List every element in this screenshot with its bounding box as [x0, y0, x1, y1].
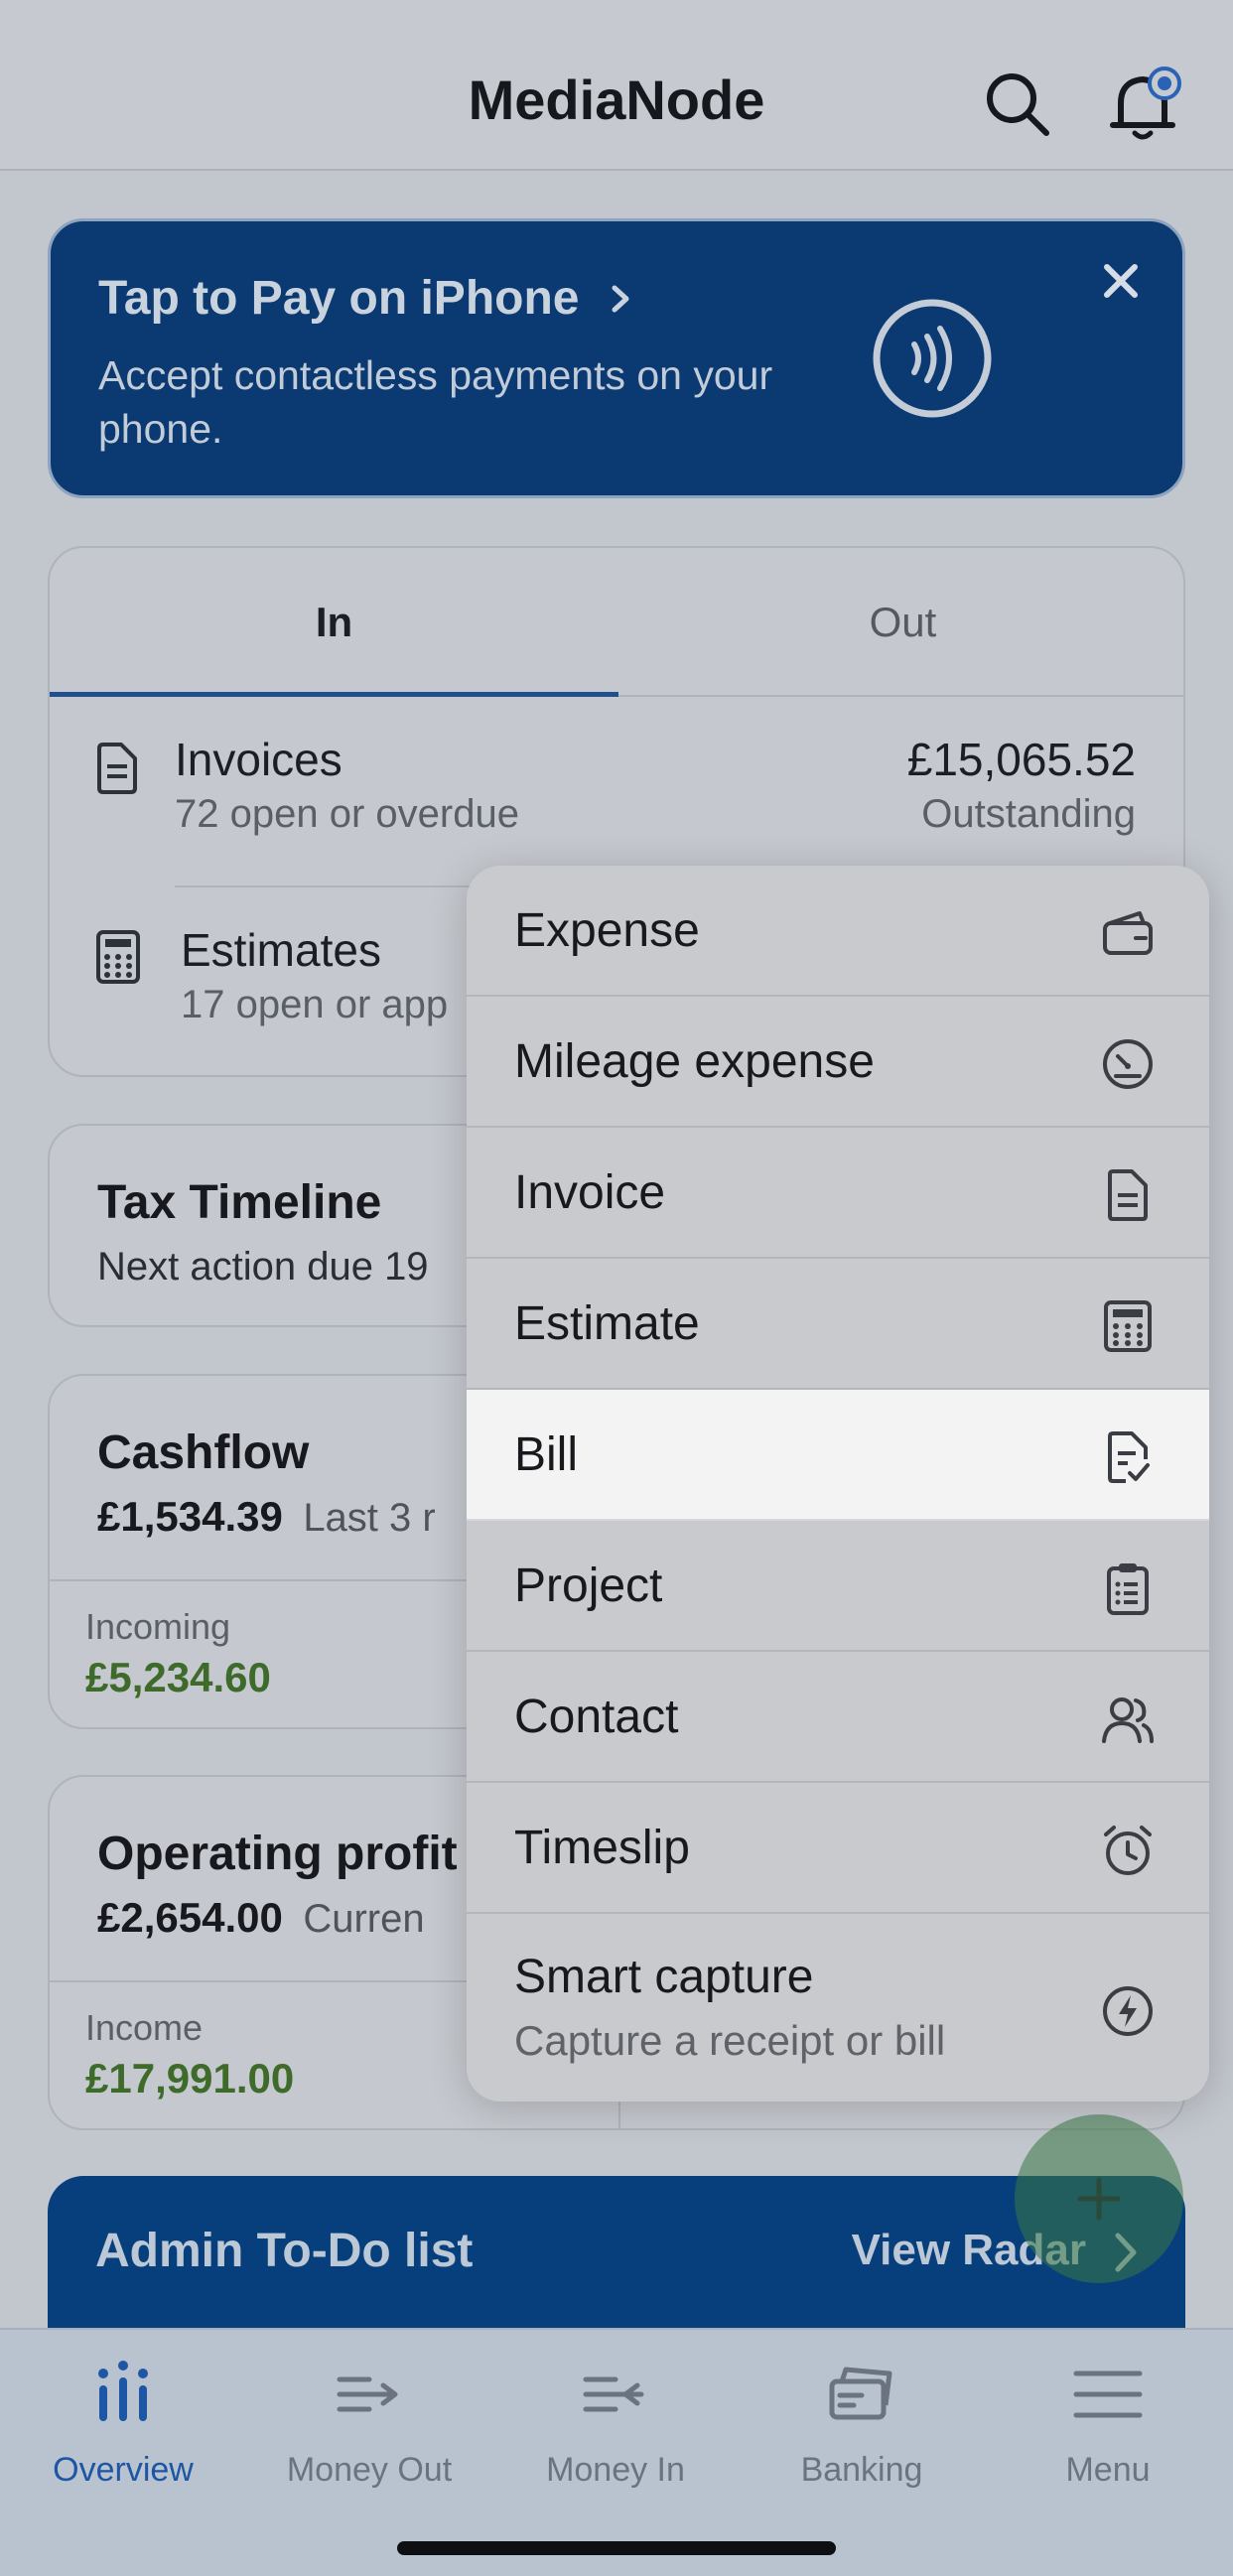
- nav-banking-label: Banking: [800, 2451, 923, 2489]
- menu-item-label: Estimate: [514, 1297, 700, 1350]
- cashflow-period: Last 3 r: [303, 1496, 436, 1540]
- tax-timeline-title: Tax Timeline: [97, 1176, 382, 1229]
- menu-item-bill[interactable]: Bill: [467, 1390, 1209, 1521]
- bolt-icon: [1103, 1986, 1153, 2036]
- nav-money-in[interactable]: Money In: [492, 2330, 739, 2528]
- nav-overview-label: Overview: [53, 2451, 194, 2489]
- money-in-icon: [583, 2376, 644, 2412]
- nav-overview[interactable]: Overview: [0, 2330, 246, 2528]
- cashflow-amount: £1,534.39: [97, 1493, 283, 1540]
- operating-profit-amount: £2,654.00: [97, 1894, 283, 1941]
- invoices-row[interactable]: Invoices 72 open or overdue £15,065.52 O…: [50, 699, 1183, 887]
- invoices-amount: £15,065.52: [906, 734, 1136, 785]
- clipboard-icon: [1107, 1563, 1149, 1615]
- menu-item-contact[interactable]: Contact: [467, 1652, 1209, 1783]
- cashflow-title: Cashflow: [97, 1426, 310, 1479]
- overview-icon: [98, 2361, 148, 2421]
- money-out-icon: [337, 2376, 398, 2412]
- operating-profit-summary: £2,654.00 Curren: [97, 1894, 425, 1942]
- speedometer-icon: [1103, 1039, 1153, 1089]
- menu-item-label: Mileage expense: [514, 1035, 875, 1088]
- income-label: Income: [85, 2007, 204, 2048]
- menu-item-estimate[interactable]: Estimate: [467, 1259, 1209, 1390]
- nav-menu-label: Menu: [1065, 2451, 1151, 2489]
- banking-icon: [829, 2367, 892, 2420]
- wallet-icon: [1103, 911, 1153, 955]
- income-value: £17,991.00: [85, 2055, 295, 2101]
- nav-banking[interactable]: Banking: [739, 2330, 985, 2528]
- banner-title[interactable]: Tap to Pay on iPhone: [98, 271, 634, 326]
- tap-to-pay-banner[interactable]: Tap to Pay on iPhone Accept contactless …: [48, 218, 1185, 498]
- notifications-bell-icon[interactable]: [1107, 66, 1184, 145]
- admin-todo-title: Admin To-Do list: [95, 2225, 474, 2277]
- estimates-label: Estimates: [181, 924, 381, 976]
- nav-menu[interactable]: Menu: [985, 2330, 1231, 2528]
- invoices-label: Invoices: [175, 734, 342, 785]
- contacts-icon: [1102, 1697, 1154, 1743]
- plus-icon: [1077, 2177, 1121, 2221]
- invoices-sub: 72 open or overdue: [175, 792, 519, 836]
- tab-out[interactable]: Out: [618, 548, 1183, 697]
- nav-money-out-label: Money Out: [286, 2451, 453, 2489]
- search-icon[interactable]: [983, 69, 1052, 139]
- nav-money-in-label: Money In: [546, 2451, 685, 2489]
- calculator-icon: [96, 930, 140, 984]
- bill-icon: [1108, 1431, 1150, 1483]
- menu-item-expense[interactable]: Expense: [467, 866, 1209, 997]
- menu-item-sublabel: Capture a receipt or bill: [514, 2017, 946, 2064]
- menu-item-smart-capture[interactable]: Smart capture Capture a receipt or bill: [467, 1914, 1209, 2101]
- calculator-icon: [1104, 1300, 1152, 1352]
- menu-item-timeslip[interactable]: Timeslip: [467, 1783, 1209, 1914]
- invoices-amount-sub: Outstanding: [921, 792, 1136, 836]
- active-tab-indicator: [50, 692, 618, 697]
- bottom-nav: Overview Money Out Money In Banking Menu: [0, 2328, 1233, 2576]
- invoice-icon: [97, 743, 137, 794]
- operating-profit-period: Curren: [303, 1897, 425, 1941]
- menu-item-label: Bill: [514, 1428, 579, 1481]
- menu-item-invoice[interactable]: Invoice: [467, 1128, 1209, 1259]
- operating-profit-title: Operating profit: [97, 1828, 458, 1880]
- create-fab-button[interactable]: [1015, 2114, 1183, 2283]
- nav-money-out[interactable]: Money Out: [246, 2330, 492, 2528]
- menu-item-label: Invoice: [514, 1166, 666, 1219]
- home-indicator: [397, 2541, 836, 2555]
- top-bar: MediaNode: [0, 0, 1233, 171]
- tab-in[interactable]: In: [50, 548, 618, 697]
- menu-item-label: Contact: [514, 1691, 679, 1743]
- menu-icon: [1073, 2371, 1143, 2418]
- incoming-label: Incoming: [85, 1606, 231, 1647]
- menu-item-label: Smart capture: [514, 1951, 814, 2003]
- chevron-right-icon: [612, 285, 629, 313]
- incoming-value: £5,234.60: [85, 1654, 271, 1700]
- banner-subtitle: Accept contactless payments on your phon…: [98, 352, 773, 452]
- menu-item-mileage-expense[interactable]: Mileage expense: [467, 997, 1209, 1128]
- app-screen: MediaNode Tap to Pay on iPhone Accept co…: [0, 0, 1233, 2576]
- menu-item-label: Timeslip: [514, 1822, 690, 1874]
- estimates-sub: 17 open or app: [181, 983, 449, 1026]
- menu-item-label: Project: [514, 1559, 663, 1612]
- menu-item-project[interactable]: Project: [467, 1521, 1209, 1652]
- contactless-icon: [873, 299, 992, 418]
- in-out-tabs: In Out: [50, 548, 1183, 697]
- create-menu: Expense Mileage expense Invoice Estimate…: [467, 866, 1209, 2101]
- cashflow-summary: £1,534.39 Last 3 r: [97, 1493, 436, 1541]
- close-icon[interactable]: [1099, 259, 1143, 303]
- menu-item-label: Expense: [514, 904, 700, 957]
- alarm-clock-icon: [1104, 1826, 1152, 1875]
- tax-timeline-sub: Next action due 19: [97, 1245, 429, 1288]
- invoice-icon: [1108, 1169, 1148, 1221]
